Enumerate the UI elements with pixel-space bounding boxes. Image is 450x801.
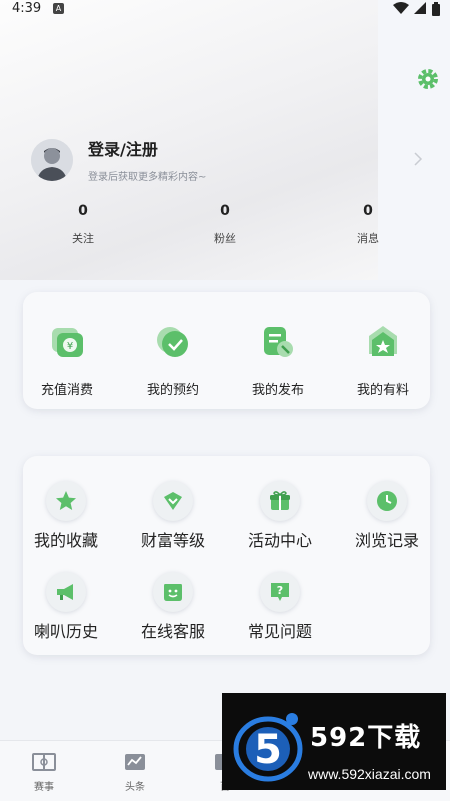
watermark-url: www.592xiazai.com [308,766,431,782]
service-online-support[interactable]: 在线客服 [128,572,218,642]
service-favorites[interactable]: 我的收藏 [21,481,111,551]
svg-text:5: 5 [254,727,282,773]
site-logo-icon: 5 [233,713,303,782]
quick-action-label: 我的预约 [146,383,199,398]
service-label: 常见问题 [247,622,312,641]
tab-label: 赛事 [34,782,54,793]
star-icon [56,491,76,510]
stat-fans[interactable]: 0 粉丝 [190,203,260,246]
avatar[interactable] [31,139,73,181]
wifi-icon [393,2,409,14]
service-activity-center[interactable]: 活动中心 [235,481,325,551]
service-label: 浏览记录 [354,531,419,550]
appointment-icon [157,327,188,357]
service-label: 活动中心 [247,531,312,550]
stat-messages[interactable]: 0 消息 [333,203,403,246]
service-faq[interactable]: ? 常见问题 [235,572,325,642]
tab-label: 头条 [125,782,145,793]
service-label: 在线客服 [140,622,205,641]
quick-action-label: 充值消费 [40,383,93,398]
gear-icon[interactable] [417,68,439,90]
login-register-link[interactable]: 登录/注册 [88,136,158,160]
tab-headlines[interactable]: 头条 [105,752,165,793]
quick-action-premium[interactable]: 我的有料 [343,322,423,398]
quick-action-label: 我的发布 [251,383,304,398]
svg-text:?: ? [277,584,283,597]
quick-action-label: 我的有料 [356,383,409,398]
question-icon: ? [271,583,289,601]
login-hint: 登录后获取更多精彩内容~ [88,172,207,183]
battery-icon [432,2,440,16]
service-label: 喇叭历史 [33,622,98,641]
stat-value: 0 [363,203,373,219]
tab-events[interactable]: 赛事 [14,752,74,793]
service-wealth-level[interactable]: 财富等级 [128,481,218,551]
publish-icon [264,327,293,357]
clock-icon [377,491,397,511]
support-icon [164,584,182,601]
field-icon [32,753,56,771]
service-megaphone-history[interactable]: 喇叭历史 [21,572,111,642]
signal-icon [414,2,426,14]
gift-icon [270,491,290,510]
svg-text:¥: ¥ [67,341,73,352]
recharge-icon: ¥ [52,328,83,357]
stat-follow[interactable]: 0 关注 [48,203,118,246]
megaphone-icon [57,584,73,600]
premium-content-icon [369,326,397,356]
headline-icon [125,754,145,770]
quick-action-publish[interactable]: 我的发布 [238,322,318,398]
chevron-right-icon[interactable] [413,152,423,166]
watermark-title: 592下载 [310,723,422,753]
wealth-level-icon [164,492,182,510]
service-label: 财富等级 [140,531,205,550]
service-label: 我的收藏 [33,531,98,550]
status-bar: 4:39 A [0,0,450,20]
stat-value: 0 [78,203,88,219]
service-browse-history[interactable]: 浏览记录 [342,481,432,551]
stat-value: 0 [220,203,230,219]
notification-icon: A [53,3,64,14]
stat-label: 消息 [357,232,379,245]
user-avatar-icon [31,139,73,181]
stat-label: 关注 [72,232,94,245]
quick-action-appointment[interactable]: 我的预约 [133,322,213,398]
quick-action-recharge[interactable]: ¥ 充值消费 [27,322,107,398]
status-time: 4:39 [12,1,42,16]
stat-label: 粉丝 [214,232,236,245]
